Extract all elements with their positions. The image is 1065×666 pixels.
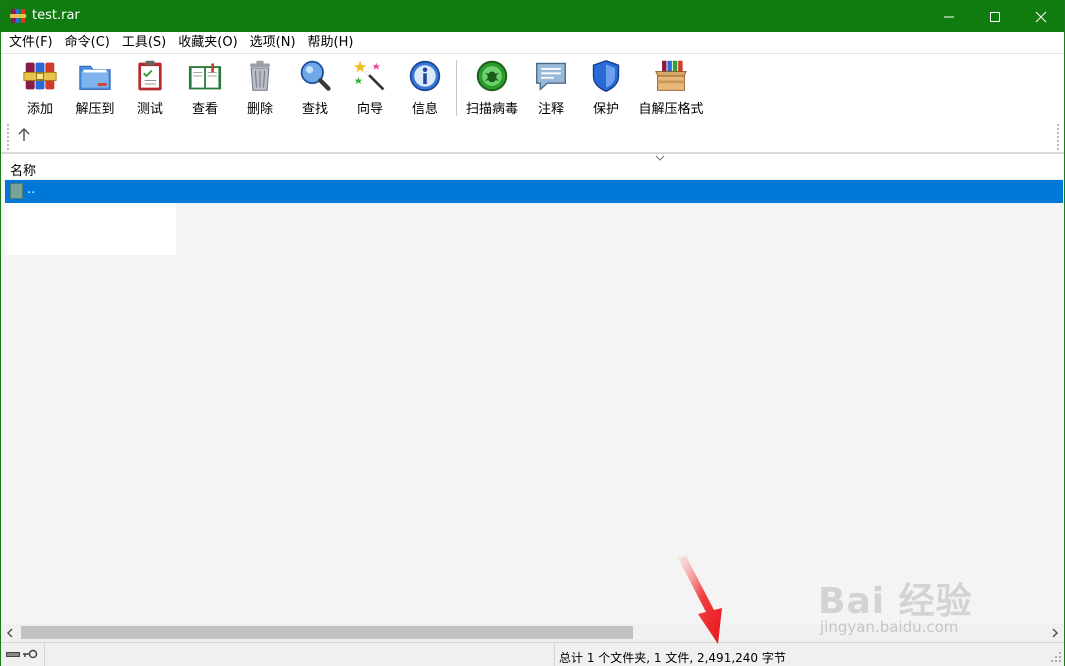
- minimize-icon: [944, 16, 954, 17]
- test-button[interactable]: 测试: [130, 57, 170, 117]
- scroll-right-icon[interactable]: [1050, 628, 1060, 638]
- protect-button[interactable]: 保护: [587, 57, 625, 117]
- drive-key-icon: [6, 649, 38, 659]
- close-icon: [1035, 11, 1047, 22]
- up-arrow-icon[interactable]: [15, 126, 33, 144]
- scan-virus-button[interactable]: 扫描病毒: [464, 57, 520, 117]
- wizard-button[interactable]: 向导: [351, 57, 389, 117]
- wizard-label: 向导: [356, 102, 383, 117]
- sfx-button[interactable]: 自解压格式: [638, 57, 704, 117]
- menu-favorites[interactable]: 收藏夹(O): [172, 32, 243, 53]
- watermark-url: jingyan.baidu.com: [820, 618, 959, 636]
- scroll-left-icon[interactable]: [5, 628, 15, 638]
- menu-commands[interactable]: 命令(C): [59, 32, 116, 53]
- sfx-label: 自解压格式: [638, 102, 704, 117]
- toolbar-grip-right[interactable]: [1057, 124, 1059, 150]
- comment-icon: [536, 62, 566, 91]
- annotation-arrow: [678, 556, 722, 644]
- parent-folder-icon: [10, 183, 23, 199]
- magnifier-icon: [300, 60, 331, 91]
- close-button[interactable]: [1018, 1, 1064, 32]
- menu-file[interactable]: 文件(F): [3, 32, 59, 53]
- clipboard-check-icon: [138, 60, 162, 91]
- shield-icon: [592, 60, 620, 92]
- delete-button[interactable]: 删除: [241, 57, 279, 117]
- menu-bar: 文件(F) 命令(C) 工具(S) 收藏夹(O) 选项(N) 帮助(H): [1, 32, 1064, 53]
- info-label: 信息: [411, 102, 438, 117]
- toolbar-grip-left[interactable]: [7, 124, 9, 150]
- watermark-brand: Bai 经验: [818, 581, 973, 622]
- sfx-box-icon: [655, 60, 687, 91]
- menu-options[interactable]: 选项(N): [244, 32, 302, 53]
- scrollbar-thumb[interactable]: [21, 626, 633, 639]
- find-label: 查找: [301, 102, 328, 117]
- view-button[interactable]: 查看: [184, 57, 226, 117]
- winrar-app-icon: [10, 9, 26, 23]
- resize-grip-icon[interactable]: [1050, 651, 1062, 663]
- info-icon: [409, 60, 441, 92]
- add-label: 添加: [26, 102, 53, 117]
- status-drive-cell[interactable]: [1, 643, 45, 666]
- delete-label: 删除: [246, 102, 273, 117]
- winrar-window: test.rar 文件(F) 命令(C) 工具(S) 收藏夹(O) 选项(N) …: [0, 0, 1065, 666]
- extract-to-label: 解压到: [75, 102, 115, 117]
- virus-scan-icon: [476, 60, 508, 92]
- title-bar[interactable]: test.rar: [1, 1, 1064, 32]
- row-name: ..: [27, 182, 36, 197]
- add-button[interactable]: 添加: [20, 57, 60, 117]
- folder-icon: [79, 65, 111, 90]
- menu-tools[interactable]: 工具(S): [116, 32, 172, 53]
- open-book-icon: [188, 63, 222, 90]
- find-button[interactable]: 查找: [296, 57, 334, 117]
- maximize-icon: [990, 11, 1000, 22]
- list-header: 名称: [1, 154, 1064, 179]
- trash-can-icon: [250, 60, 270, 91]
- status-cell-empty: [45, 643, 555, 666]
- minimize-button[interactable]: [926, 1, 972, 32]
- column-header-name[interactable]: 名称: [10, 160, 36, 179]
- test-label: 测试: [136, 102, 163, 117]
- protect-label: 保护: [592, 102, 619, 117]
- table-row[interactable]: ..: [5, 180, 1063, 203]
- comment-label: 注释: [537, 102, 564, 117]
- info-button[interactable]: 信息: [406, 57, 444, 117]
- menu-help[interactable]: 帮助(H): [302, 32, 360, 53]
- list-blank-area: [5, 203, 176, 255]
- sort-chevron-icon: [655, 155, 665, 161]
- window-title: test.rar: [32, 8, 80, 23]
- maximize-button[interactable]: [972, 1, 1018, 32]
- file-list[interactable]: 名称 ..: [1, 154, 1064, 624]
- add-archive-icon: [23, 62, 57, 90]
- comment-button[interactable]: 注释: [532, 57, 570, 117]
- toolbar-separator: [456, 60, 457, 116]
- scan-virus-label: 扫描病毒: [465, 102, 518, 117]
- view-label: 查看: [191, 102, 218, 117]
- magic-wand-icon: [353, 60, 385, 91]
- baidu-watermark: Bai 经验 jingyan.baidu.com: [818, 572, 1028, 642]
- extract-to-button[interactable]: 解压到: [72, 57, 118, 117]
- status-bar: 总计 1 个文件夹, 1 文件, 2,491,240 字节: [1, 642, 1064, 666]
- toolbar: 添加 解压到 测试 查看 删除 查找 向导 信息 扫描病毒 注释 保护 自解压格…: [1, 53, 1064, 153]
